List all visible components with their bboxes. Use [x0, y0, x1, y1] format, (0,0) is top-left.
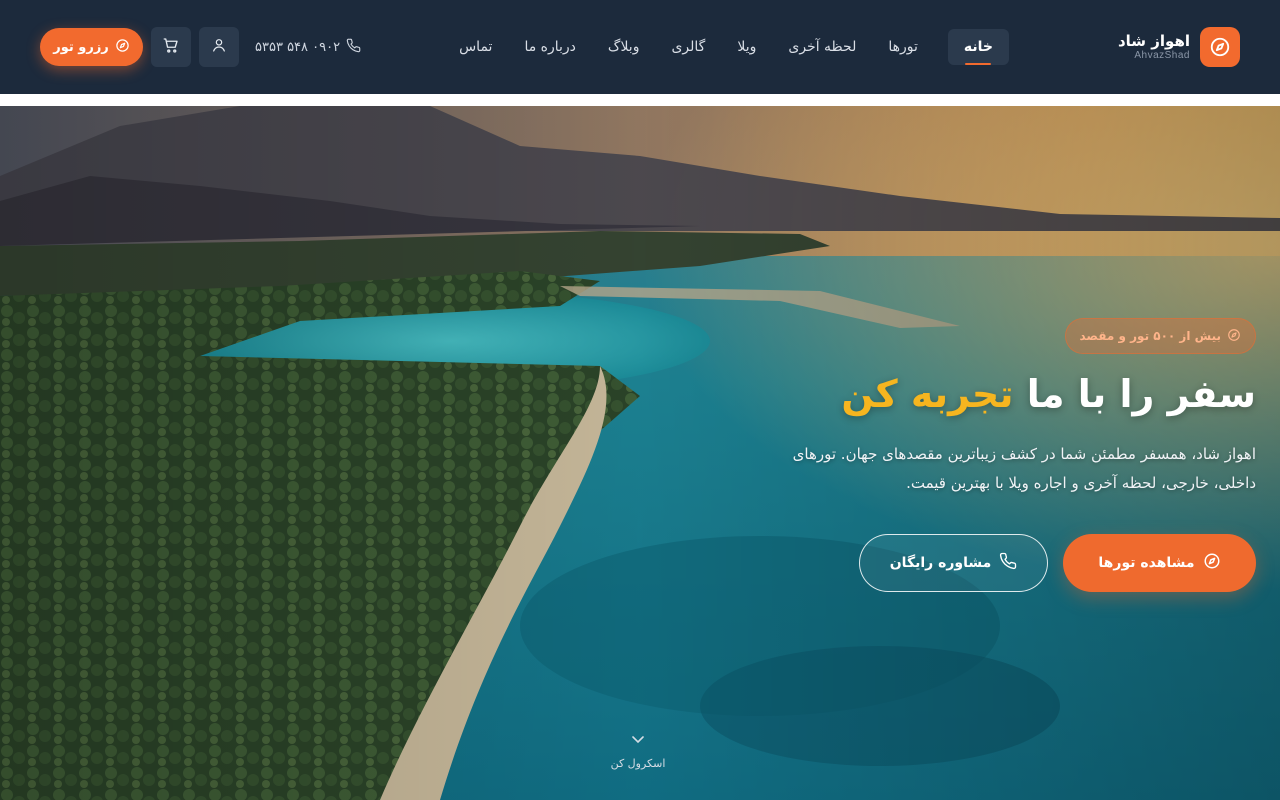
user-icon [211, 37, 227, 57]
cart-icon [162, 36, 180, 58]
hero-section: بیش از ۵۰۰ تور و مقصد سفر را با ما تجربه… [0, 106, 1280, 800]
hero-tag-text: بیش از ۵۰۰ تور و مقصد [1079, 329, 1222, 343]
nav-item-about[interactable]: درباره ما [508, 29, 591, 65]
user-button[interactable] [199, 27, 239, 67]
nav-item-villa[interactable]: ویلا [721, 29, 772, 65]
nav-item-blog[interactable]: وبلاگ [592, 29, 656, 65]
phone-number: ۰۹۰۲ ۵۴۸ ۵۳۵۳ [255, 39, 341, 55]
hero-title-accent: تجربه کن [841, 372, 1014, 416]
nav-item-gallery[interactable]: گالری [655, 29, 721, 65]
nav-item-last-minute[interactable]: لحظه آخری [772, 29, 872, 65]
phone-icon [346, 38, 361, 57]
compass-icon [1200, 27, 1240, 67]
hero-title: سفر را با ما تجربه کن [841, 372, 1256, 416]
view-tours-button[interactable]: مشاهده تورها [1063, 534, 1256, 592]
hero-tag-badge: بیش از ۵۰۰ تور و مقصد [1064, 318, 1256, 354]
nav-item-contact[interactable]: تماس [443, 29, 508, 65]
hero-title-main: سفر را با ما [1026, 372, 1256, 416]
chevron-down-icon [598, 734, 678, 747]
nav-item-tours[interactable]: تورها [872, 29, 934, 65]
book-tour-label: رزرو تور [53, 39, 109, 55]
cart-button[interactable] [151, 27, 191, 67]
scroll-hint-label: اسکرول کن [610, 757, 666, 770]
book-tour-button[interactable]: رزرو تور [40, 28, 143, 66]
header-tools: ۰۹۰۲ ۵۴۸ ۵۳۵۳ رزرو تور [40, 27, 361, 67]
site-header: اهواز شاد AhvazShad خانه تورها لحظه آخری… [0, 0, 1280, 94]
compass-icon [115, 38, 130, 57]
brand-name: اهواز شاد [1117, 32, 1190, 51]
brand-subtitle: AhvazShad [1134, 49, 1190, 61]
scroll-hint[interactable]: اسکرول کن [598, 734, 678, 770]
main-nav: خانه تورها لحظه آخری ویلا گالری وبلاگ در… [443, 29, 1009, 65]
hero-description: اهواز شاد، همسفر مطمئن شما در کشف زیباتر… [792, 445, 1256, 492]
header-divider [0, 94, 1280, 106]
phone-icon [999, 552, 1017, 574]
brand[interactable]: اهواز شاد AhvazShad [1118, 26, 1240, 68]
compass-icon [1227, 328, 1241, 345]
compass-icon [1203, 552, 1221, 574]
free-consult-label: مشاوره رایگان [889, 555, 992, 571]
phone-link[interactable]: ۰۹۰۲ ۵۴۸ ۵۳۵۳ [255, 38, 361, 57]
view-tours-label: مشاهده تورها [1098, 555, 1195, 571]
free-consult-button[interactable]: مشاوره رایگان [859, 534, 1048, 592]
nav-item-home[interactable]: خانه [947, 29, 1009, 65]
